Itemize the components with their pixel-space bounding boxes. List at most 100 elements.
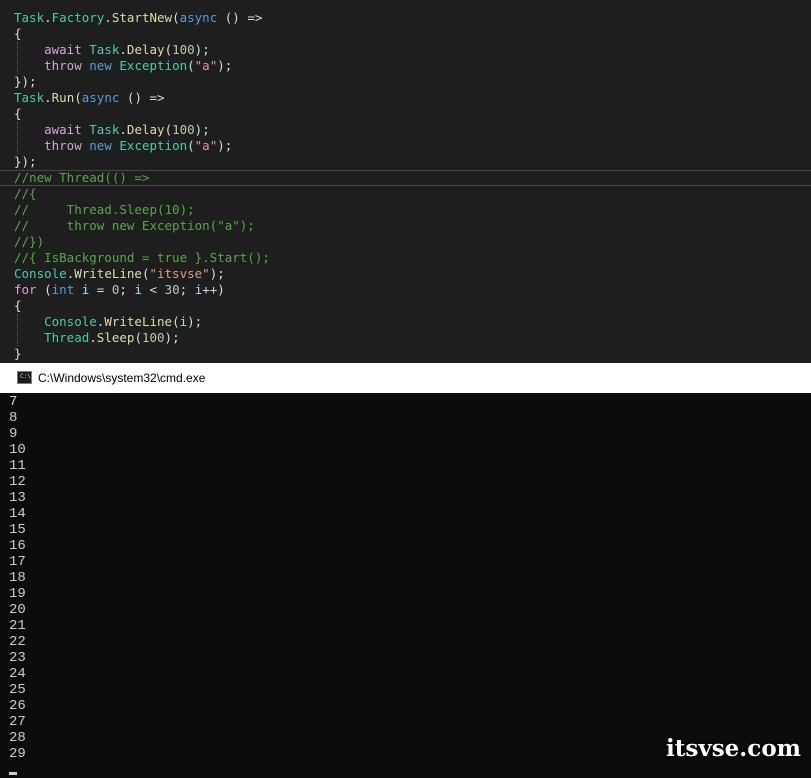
code-token: 100 (141, 330, 165, 345)
code-token: ); (209, 266, 225, 281)
code-token: await (44, 42, 82, 57)
output-line: 14 (9, 506, 26, 522)
output-line: 15 (9, 522, 26, 538)
code-token: i (134, 282, 142, 297)
code-token: ( (134, 330, 142, 345)
code-token: () => (217, 10, 263, 25)
code-token: { (14, 106, 22, 121)
code-token: }); (14, 154, 37, 169)
code-token: Task (89, 122, 120, 137)
code-editor[interactable]: Task.Factory.StartNew(async () =>{ await… (0, 0, 811, 362)
code-token: ++) (202, 282, 225, 297)
code-token: async (179, 10, 218, 25)
output-line: 25 (9, 682, 26, 698)
code-token: //}) (14, 234, 45, 249)
code-token: Console (44, 314, 97, 329)
code-token: // throw new Exception("a"); (14, 218, 255, 233)
output-line: 12 (9, 474, 26, 490)
code-token: "a" (194, 58, 218, 73)
code-token: ); (217, 138, 233, 153)
output-line: 10 (9, 442, 26, 458)
code-token: { (14, 298, 22, 313)
code-token: . (104, 10, 112, 25)
code-line: await Task.Delay(100); (14, 122, 210, 138)
code-token: //new Thread(() => (14, 170, 150, 185)
cmd-title-bar[interactable]: C:\ C:\Windows\system32\cmd.exe (0, 363, 811, 393)
watermark: itsvse.com (666, 735, 801, 762)
code-token: Task (14, 10, 45, 25)
code-token: "itsvse" (149, 266, 210, 281)
code-token: Task (89, 42, 120, 57)
code-token: //{ (14, 186, 37, 201)
output-line: 16 (9, 538, 26, 554)
code-token: 30 (164, 282, 180, 297)
code-token: WriteLine (74, 266, 142, 281)
window-title: C:\Windows\system32\cmd.exe (38, 371, 206, 385)
code-token: Delay (126, 122, 165, 137)
code-token: ( (36, 282, 52, 297)
output-line: 23 (9, 650, 26, 666)
code-line: await Task.Delay(100); (14, 42, 210, 58)
code-token: . (89, 330, 97, 345)
code-token: ( (164, 122, 173, 137)
code-line: Console.WriteLine(i); (14, 314, 202, 330)
code-token: }); (14, 74, 37, 89)
code-token: ); (217, 58, 233, 73)
code-line: Console.WriteLine("itsvse"); (14, 266, 225, 282)
code-token: int (51, 282, 75, 297)
cmd-icon-label: C:\ (20, 373, 31, 380)
code-token: { (14, 26, 22, 41)
code-token: Delay (126, 42, 165, 57)
code-token: new (89, 138, 112, 153)
code-line: }); (14, 154, 37, 170)
code-token: Sleep (96, 330, 135, 345)
code-line: throw new Exception("a"); (14, 138, 232, 154)
output-line: 24 (9, 666, 26, 682)
code-token: ( (74, 90, 82, 105)
output-line: 22 (9, 634, 26, 650)
code-line: }); (14, 74, 37, 90)
output-line: 26 (9, 698, 26, 714)
code-token: = (89, 282, 112, 297)
code-line: // Thread.Sleep(10); (14, 202, 195, 218)
code-line: } (14, 346, 22, 362)
code-token: ); (187, 314, 203, 329)
code-line: //new Thread(() => (14, 170, 149, 186)
code-token: . (44, 10, 52, 25)
code-token: "a" (194, 138, 218, 153)
output-line: 27 (9, 714, 26, 730)
output-line: 28 (9, 730, 26, 746)
code-token: () => (119, 90, 165, 105)
code-token: // Thread.Sleep(10); (14, 202, 195, 217)
cmd-icon: C:\ (17, 371, 32, 384)
output-line: 11 (9, 458, 26, 474)
code-token: for (14, 282, 37, 297)
code-line: Task.Factory.StartNew(async () => (14, 10, 262, 26)
code-token: Task (14, 90, 45, 105)
code-line: { (14, 106, 22, 122)
code-token: StartNew (111, 10, 173, 25)
code-line: //{ (14, 186, 37, 202)
code-token: 100 (172, 42, 195, 57)
code-token: Thread (44, 330, 90, 345)
output-line: 21 (9, 618, 26, 634)
code-token: await (44, 122, 82, 137)
output-line: 8 (9, 410, 18, 426)
code-token: Exception (119, 58, 188, 73)
code-token: Run (51, 90, 75, 105)
code-token: Exception (119, 138, 188, 153)
output-line: 7 (9, 394, 18, 410)
console-output[interactable]: 7 8 9 10 11 12 13 14 15 16 17 18 19 20 21 22 23 24 25 26 27 2… (0, 393, 811, 778)
code-line: Thread.Sleep(100); (14, 330, 180, 346)
code-token: async (81, 90, 120, 105)
code-token: . (119, 42, 127, 57)
code-line: { (14, 26, 22, 42)
code-line: //}) (14, 234, 44, 250)
code-token: Console (14, 266, 67, 281)
output-line: 17 (9, 554, 26, 570)
code-token: ; (179, 282, 195, 297)
code-line: Task.Run(async () => (14, 90, 165, 106)
output-line: 20 (9, 602, 26, 618)
